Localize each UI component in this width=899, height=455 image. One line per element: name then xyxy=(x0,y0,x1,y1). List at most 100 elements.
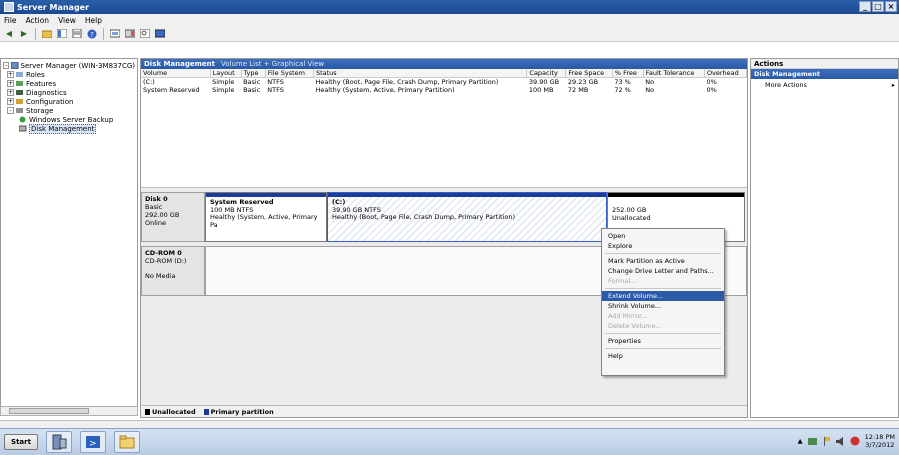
tree-item-server-manager[interactable]: - Server Manager (WIN-3M837CG) xyxy=(3,61,135,70)
tree-horizontal-scrollbar[interactable] xyxy=(0,406,138,416)
server-manager-taskbar-icon xyxy=(52,434,67,450)
help-icon[interactable]: ? xyxy=(86,28,98,40)
expand-icon[interactable]: + xyxy=(7,89,14,96)
settings-icon[interactable] xyxy=(124,28,136,40)
table-row[interactable]: System Reserved Simple Basic NTFS Health… xyxy=(141,86,747,94)
expand-icon[interactable]: + xyxy=(7,71,14,78)
menu-item-mark-active[interactable]: Mark Partition as Active xyxy=(602,256,724,266)
menu-action[interactable]: Action xyxy=(26,16,50,25)
column-free-space[interactable]: Free Space xyxy=(565,69,613,78)
collapse-icon[interactable]: - xyxy=(3,62,10,69)
menu-separator xyxy=(605,333,721,334)
diagnostics-icon xyxy=(16,90,23,95)
show-hidden-icons-icon[interactable]: ▲ xyxy=(798,437,803,445)
primary-partition-bar xyxy=(206,193,326,197)
collapse-icon[interactable]: - xyxy=(7,107,14,114)
roles-icon xyxy=(16,72,23,77)
properties-icon[interactable] xyxy=(71,28,83,40)
back-icon[interactable]: ◀ xyxy=(3,28,15,40)
maximize-button[interactable]: □ xyxy=(872,1,884,12)
taskbar-explorer[interactable] xyxy=(114,431,140,453)
menu-help[interactable]: Help xyxy=(85,16,102,25)
action-label: More Actions xyxy=(765,81,807,89)
network-icon[interactable] xyxy=(807,437,817,446)
partition-c-drive[interactable]: (C:) 39.90 GB NTFS Healthy (Boot, Page F… xyxy=(327,192,607,242)
svg-text:?: ? xyxy=(90,31,94,39)
menu-file[interactable]: File xyxy=(4,16,17,25)
column-capacity[interactable]: Capacity xyxy=(526,69,567,78)
taskbar-server-manager[interactable] xyxy=(46,431,72,453)
cdrom-label[interactable]: CD-ROM 0 CD-ROM (D:) No Media xyxy=(141,246,205,296)
menu-item-help[interactable]: Help xyxy=(602,351,724,361)
table-row[interactable]: (C:) Simple Basic NTFS Healthy (Boot, Pa… xyxy=(141,78,747,86)
taskbar-powershell[interactable]: > xyxy=(80,431,106,453)
partition-system-reserved[interactable]: System Reserved 100 MB NTFS Healthy (Sys… xyxy=(205,192,327,242)
tree-item-roles[interactable]: + Roles xyxy=(3,70,135,79)
shutdown-warning-icon[interactable] xyxy=(850,436,860,446)
disk-name: Disk 0 xyxy=(145,195,168,203)
menu-item-open[interactable]: Open xyxy=(602,231,724,241)
tree-item-configuration[interactable]: + Configuration xyxy=(3,97,135,106)
action-center-flag-icon[interactable] xyxy=(822,436,831,446)
expand-icon[interactable]: + xyxy=(7,80,14,87)
server-manager-icon xyxy=(4,2,14,12)
tree-item-label: Disk Management xyxy=(29,123,97,134)
column-status[interactable]: Status xyxy=(313,69,528,78)
tree-item-features[interactable]: + Features xyxy=(3,79,135,88)
column-layout[interactable]: Layout xyxy=(210,69,242,78)
column-fault-tolerance[interactable]: Fault Tolerance xyxy=(643,69,705,78)
scrollbar-thumb[interactable] xyxy=(9,408,89,414)
clock-time: 12:18 PM xyxy=(864,433,895,441)
menu-item-explore[interactable]: Explore xyxy=(602,241,724,251)
search-icon[interactable] xyxy=(139,28,151,40)
backup-icon xyxy=(19,116,26,123)
close-button[interactable]: × xyxy=(885,1,897,12)
more-actions-link[interactable]: More Actions ▸ xyxy=(751,79,898,91)
column-file-system[interactable]: File System xyxy=(265,69,314,78)
menu-item-add-mirror: Add Mirror... xyxy=(608,312,648,320)
menu-item-extend-volume[interactable]: Extend Volume... xyxy=(602,291,724,301)
table-cell: 72 MB xyxy=(567,86,589,94)
volume-list: Volume Layout Type File System Status Ca… xyxy=(141,69,748,94)
refresh-icon[interactable] xyxy=(109,28,121,40)
start-button[interactable]: Start xyxy=(4,434,38,450)
pane-subtitle: Volume List + Graphical View xyxy=(221,60,325,68)
tree-item-label: Features xyxy=(26,79,57,88)
legend: Unallocated Primary partition xyxy=(141,405,747,417)
table-cell: 73 % xyxy=(614,78,631,86)
column-type[interactable]: Type xyxy=(241,69,266,78)
window-title: Server Manager xyxy=(17,2,90,12)
tree-item-diagnostics[interactable]: + Diagnostics xyxy=(3,88,135,97)
disk-icon[interactable] xyxy=(154,28,166,40)
forward-icon[interactable]: ▶ xyxy=(18,28,30,40)
window-controls: _ □ × xyxy=(859,1,897,12)
disk-size: 292.00 GB xyxy=(145,211,180,219)
minimize-button[interactable]: _ xyxy=(859,1,871,12)
volume-icon[interactable] xyxy=(835,436,845,446)
clock[interactable]: 12:18 PM 3/7/2012 xyxy=(865,433,895,449)
cdrom-type: CD-ROM (D:) xyxy=(145,257,187,265)
toolbar-divider xyxy=(103,27,104,40)
tree-item-storage[interactable]: - Storage xyxy=(3,106,135,115)
legend-item-unallocated: Unallocated xyxy=(145,408,196,416)
tree-item-label: Configuration xyxy=(26,97,74,106)
column-volume[interactable]: Volume xyxy=(141,69,211,78)
chevron-right-icon: ▸ xyxy=(891,81,895,89)
actions-group-disk-management[interactable]: Disk Management xyxy=(751,69,898,79)
expand-icon[interactable]: + xyxy=(7,98,14,105)
up-icon[interactable] xyxy=(41,28,53,40)
disk-0-label[interactable]: Disk 0 Basic 292.00 GB Online xyxy=(141,192,205,242)
menu-item-properties[interactable]: Properties xyxy=(602,336,724,346)
tree-item-disk-management[interactable]: Disk Management xyxy=(3,123,135,134)
table-cell: NTFS xyxy=(267,78,284,86)
column-percent-free[interactable]: % Free xyxy=(612,69,644,78)
menu-view[interactable]: View xyxy=(58,16,76,25)
show-hide-tree-icon[interactable] xyxy=(56,28,68,40)
menu-item-change-drive-letter[interactable]: Change Drive Letter and Paths... xyxy=(602,266,724,276)
disk-status: Online xyxy=(145,219,166,227)
table-cell: 0% xyxy=(706,78,717,86)
menu-item-shrink-volume[interactable]: Shrink Volume... xyxy=(602,301,724,311)
pane-header: Disk Management Volume List + Graphical … xyxy=(141,59,747,69)
column-overhead[interactable]: Overhead xyxy=(704,69,748,78)
table-cell: 72 % xyxy=(614,86,631,94)
